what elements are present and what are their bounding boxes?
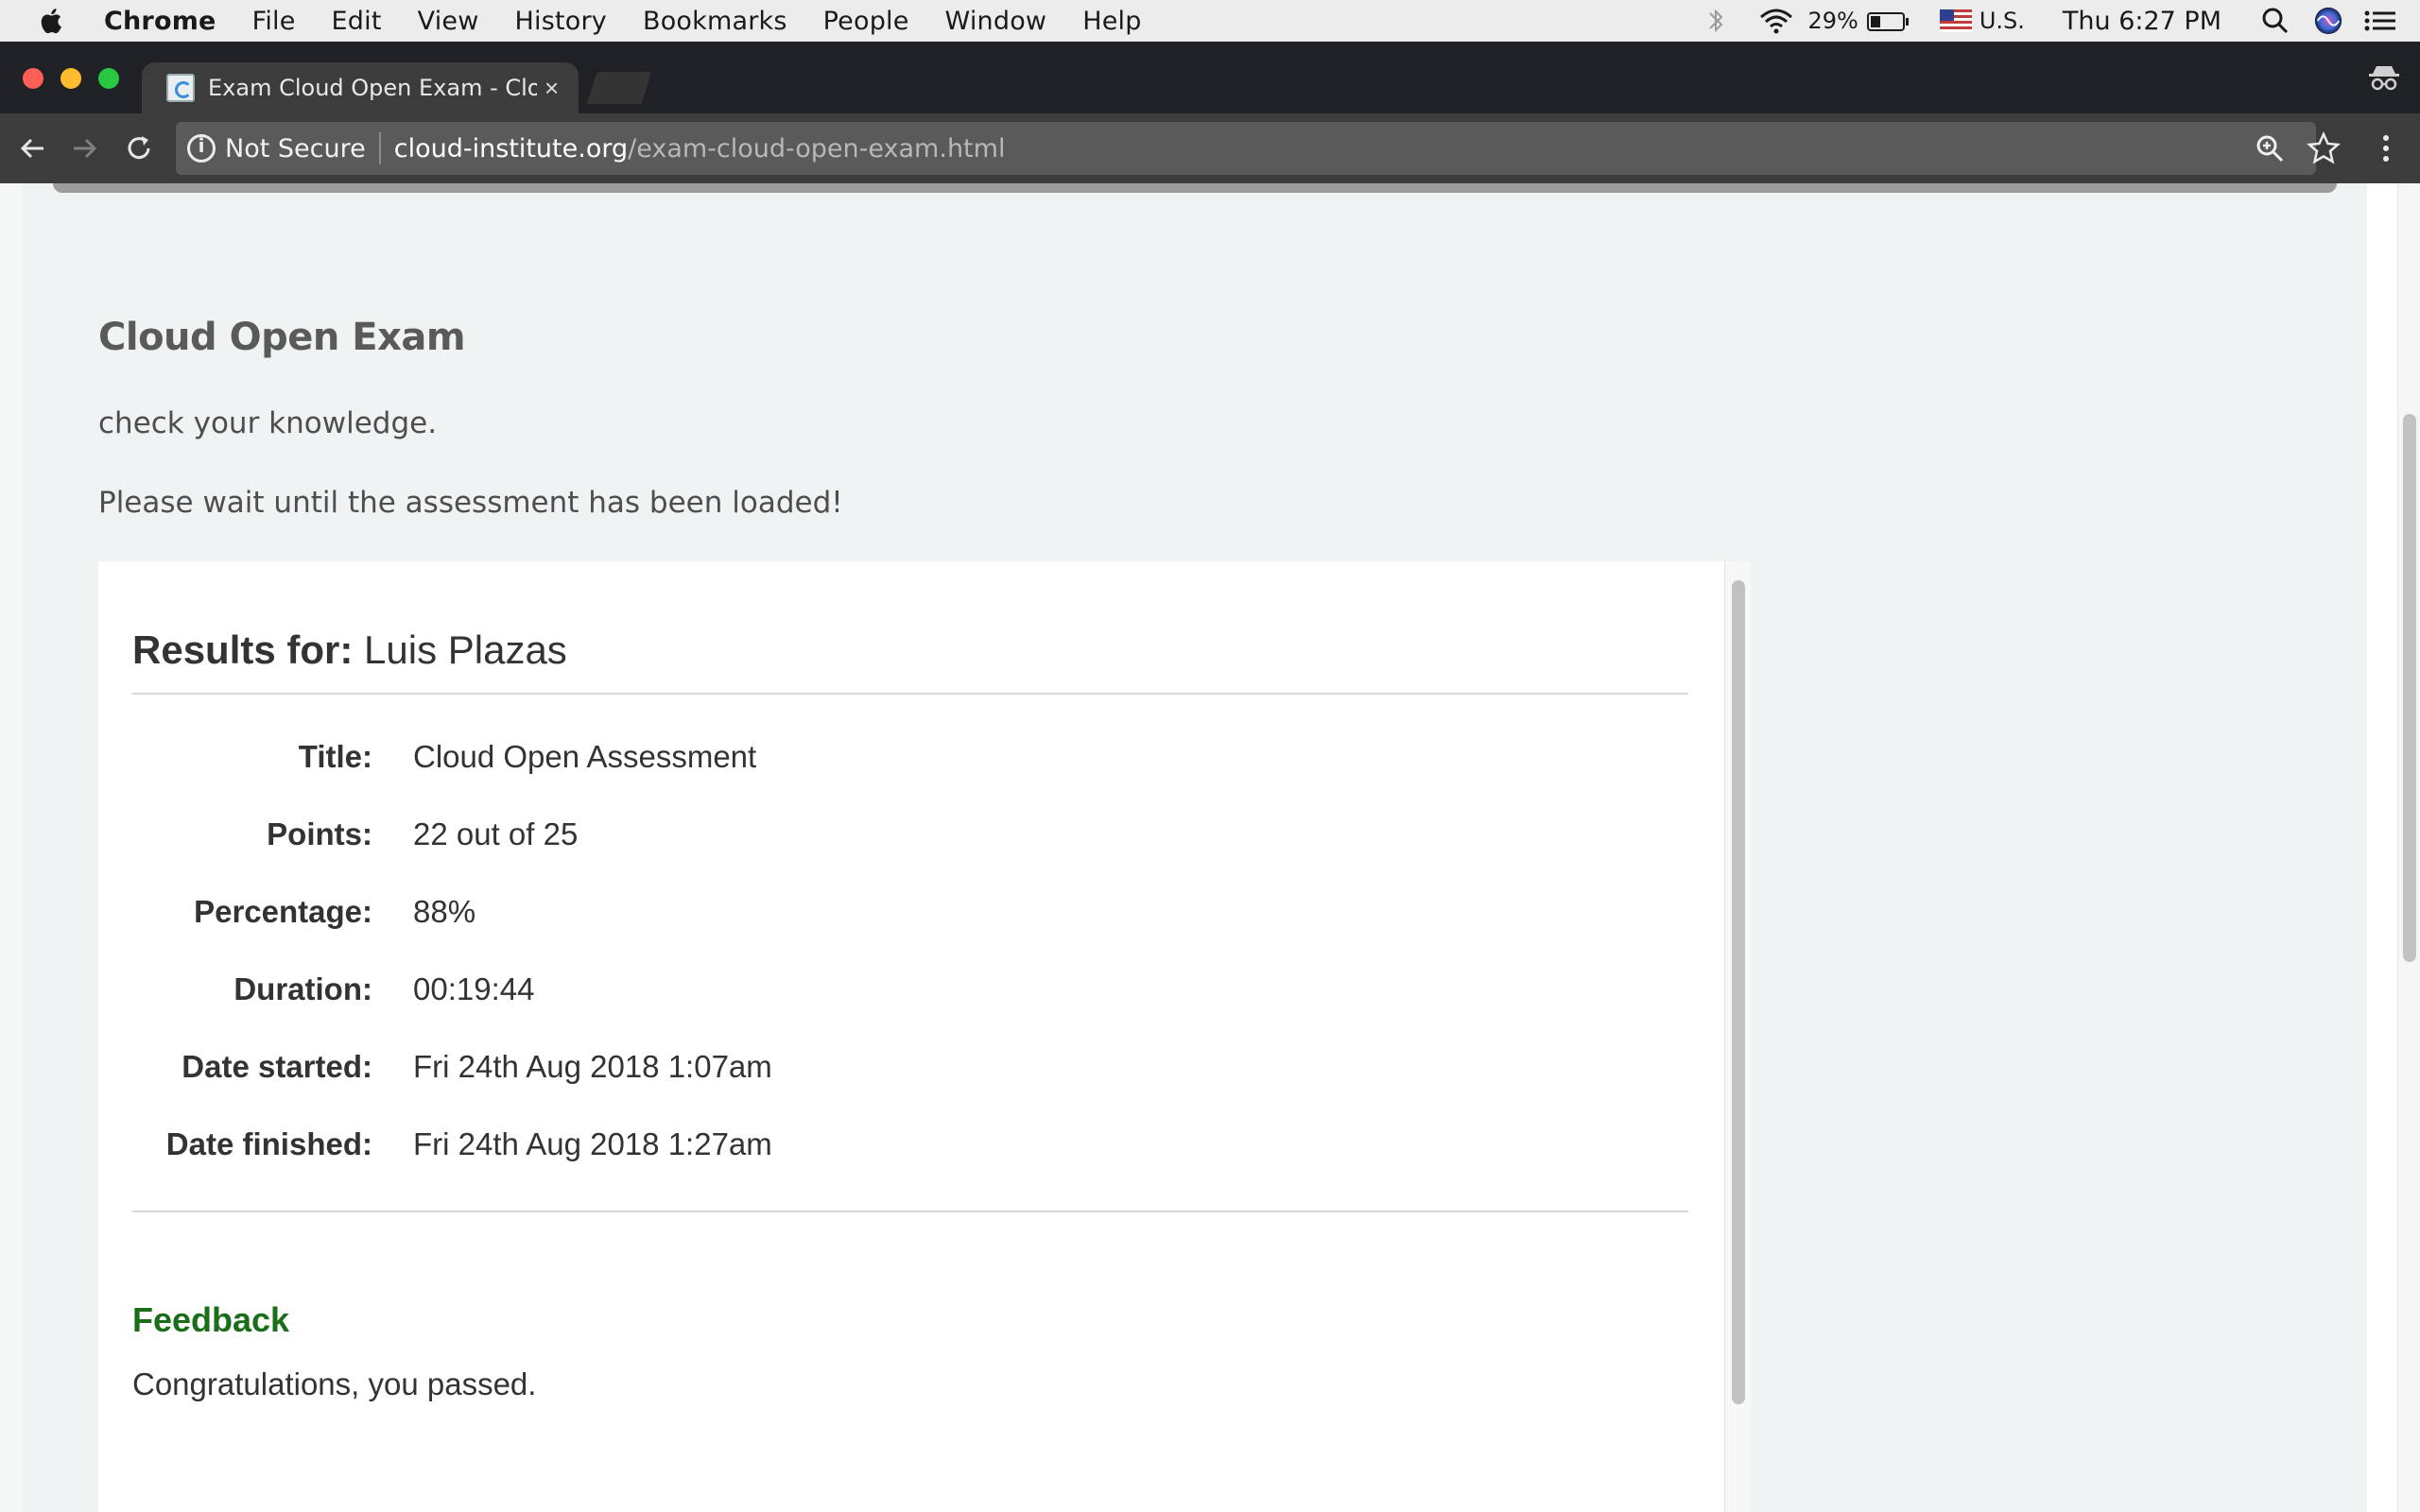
new-tab-button[interactable] [586,72,652,104]
result-label: Title: [298,739,372,774]
result-value: Cloud Open Assessment [413,739,757,774]
tab-title: Exam Cloud Open Exam - Clou [208,75,537,101]
notification-center-icon[interactable] [2361,6,2399,36]
us-flag-icon [1939,9,1972,32]
reload-icon[interactable] [121,130,157,166]
page-scrollbar-thumb[interactable] [2403,414,2416,962]
site-header-edge [53,183,2337,193]
address-divider [378,132,381,164]
url-host: cloud-institute.org [393,133,629,163]
menu-window[interactable]: Window [945,7,1047,36]
page-subtitle: check your knowledge. [98,406,438,440]
browser-toolbar: Not Secure cloud-institute.org /exam-clo… [0,113,2420,183]
result-row-duration: Duration: 00:19:44 [98,971,1705,1019]
window-zoom-button[interactable] [98,68,119,89]
back-arrow-icon[interactable] [15,130,51,166]
results-scrollbar-thumb[interactable] [1732,580,1745,1404]
site-info-icon[interactable] [187,134,216,163]
window-minimize-button[interactable] [60,68,81,89]
battery-percentage: 29% [1807,8,1858,34]
loading-message: Please wait until the assessment has bee… [98,486,843,520]
macos-menu-bar: Chrome File Edit View History Bookmarks … [0,0,2420,42]
result-row-percentage: Percentage: 88% [98,894,1705,941]
site-favicon-icon [166,74,195,102]
page-scrollbar[interactable] [2397,183,2420,1512]
menu-history[interactable]: History [515,7,607,36]
result-row-title: Title: Cloud Open Assessment [98,739,1705,786]
heading-divider [132,693,1688,695]
clock[interactable]: Thu 6:27 PM [2063,7,2221,36]
tab-close-icon[interactable]: × [544,74,559,103]
incognito-icon [2369,66,2399,91]
menu-help[interactable]: Help [1082,7,1141,36]
wifi-icon[interactable] [1757,6,1795,36]
results-scrollbar[interactable] [1724,561,1751,1512]
page-right-margin [2367,183,2397,1512]
menu-people[interactable]: People [823,7,909,36]
url-path: /exam-cloud-open-exam.html [628,133,1006,163]
browser-tab-active[interactable]: Exam Cloud Open Exam - Clou × [142,62,579,113]
menu-view[interactable]: View [418,7,479,36]
menu-file[interactable]: File [252,7,296,36]
result-value: Fri 24th Aug 2018 1:07am [413,1049,772,1084]
input-source-label[interactable]: U.S. [1979,8,2025,34]
menu-app-chrome[interactable]: Chrome [104,7,216,36]
spotlight-search-icon[interactable] [2259,6,2291,36]
bluetooth-icon[interactable] [1697,6,1735,36]
siri-icon[interactable] [2312,6,2344,36]
result-row-date-started: Date started: Fri 24th Aug 2018 1:07am [98,1049,1705,1096]
zoom-icon[interactable] [2254,132,2286,164]
address-bar[interactable]: Not Secure cloud-institute.org /exam-clo… [176,122,2316,175]
results-heading-label: Results for: [132,627,354,672]
page-left-margin [0,183,23,1512]
feedback-heading: Feedback [132,1300,290,1339]
chrome-menu-icon[interactable] [2369,131,2403,165]
result-row-date-finished: Date finished: Fri 24th Aug 2018 1:27am [98,1126,1705,1174]
page-viewport: Cloud Open Exam check your knowledge. Pl… [0,183,2420,1512]
result-label: Points: [267,816,372,851]
menu-bookmarks[interactable]: Bookmarks [643,7,787,36]
forward-arrow-icon[interactable] [66,130,102,166]
apple-logo-icon[interactable] [36,5,68,37]
feedback-text: Congratulations, you passed. [132,1366,537,1401]
not-secure-label[interactable]: Not Secure [225,134,366,163]
window-close-button[interactable] [23,68,43,89]
browser-tab-strip: Exam Cloud Open Exam - Clou × [0,42,2420,113]
menu-edit[interactable]: Edit [332,7,382,36]
candidate-name: Luis Plazas [364,627,567,672]
results-heading: Results for: Luis Plazas [132,627,567,673]
battery-icon[interactable] [1866,6,1911,36]
result-label: Date started: [182,1049,372,1084]
result-row-points: Points: 22 out of 25 [98,816,1705,864]
result-label: Duration: [233,971,372,1006]
result-label: Date finished: [165,1126,372,1161]
results-divider [132,1211,1688,1212]
result-value: 88% [413,894,476,929]
result-label: Percentage: [194,894,372,929]
results-panel: Results for: Luis Plazas Title: Cloud Op… [98,561,1724,1512]
result-value: 00:19:44 [413,971,535,1006]
result-value: 22 out of 25 [413,816,579,851]
page-title: Cloud Open Exam [98,316,466,359]
bookmark-star-icon[interactable] [2307,131,2341,165]
result-value: Fri 24th Aug 2018 1:27am [413,1126,772,1161]
